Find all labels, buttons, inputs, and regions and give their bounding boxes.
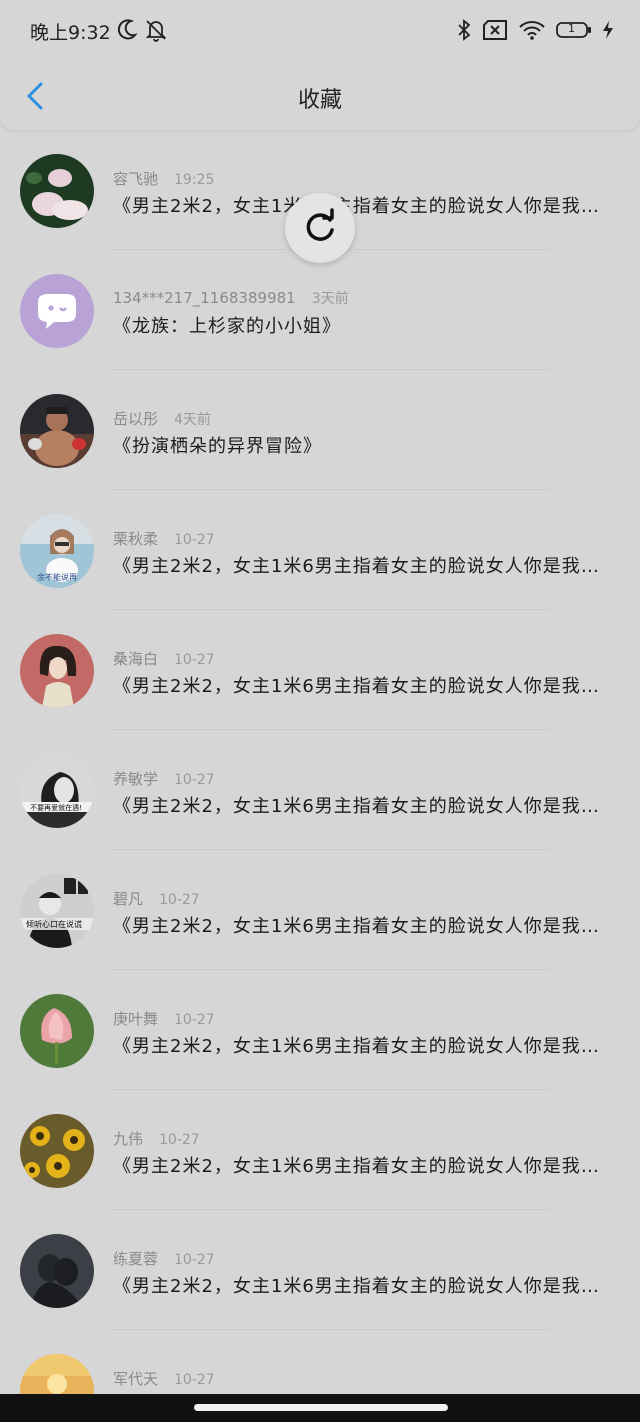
avatar-caption: 不要再爱就在遇! — [30, 803, 82, 812]
bluetooth-icon — [456, 18, 472, 46]
status-time: 晚上9:32 — [30, 22, 111, 44]
status-bar: 晚上9:32 1 — [0, 0, 640, 62]
item-title: 《男主2米2，女主1米6男主指着女主的脸说女人你是我的》 — [113, 916, 603, 937]
item-title: 《男主2米2，女主1米6男主指着女主的脸说女人你是我的》 — [113, 1156, 603, 1177]
item-title: 《男主2米2，女主1米6男主指着女主的脸说女人你是我的》 — [113, 196, 603, 217]
avatar — [20, 1234, 94, 1308]
avatar — [20, 154, 94, 228]
item-title: 《扮演栖朵的异界冒险》 — [113, 436, 322, 457]
user-name: 军代天 — [113, 1370, 159, 1388]
list-item[interactable]: 余不能说再 栗秋柔 10-27 《男主2米2，女主1米6男主指着女主的脸说女人你是… — [0, 490, 640, 610]
list-item[interactable]: 庚叶舞 10-27 《男主2米2，女主1米6男主指着女主的脸说女人你是我的》 — [0, 970, 640, 1090]
avatar — [20, 394, 94, 468]
item-time: 10-27 — [174, 1372, 215, 1388]
list-item[interactable]: 岳以彤 4天前 《扮演栖朵的异界冒险》 — [0, 370, 640, 490]
avatar-caption: 倾听心口在说谎 — [26, 919, 82, 929]
avatar-caption: 余不能说再 — [37, 572, 77, 582]
item-time: 3天前 — [311, 291, 349, 307]
list-item[interactable]: 倾听心口在说谎 碧凡 10-27 《男主2米2，女主1米6男主指着女主的脸说女人你… — [0, 850, 640, 970]
avatar: 倾听心口在说谎 — [20, 874, 94, 948]
item-title: 《男主2米2，女主1米6男主指着女主的脸说女人你是我的》 — [113, 1036, 603, 1057]
user-name: 九伟 — [113, 1130, 144, 1148]
avatar: 余不能说再 — [20, 514, 94, 588]
user-name: 练夏蓉 — [113, 1250, 159, 1268]
item-title: 《男主2米2，女主1米6男主指着女主的脸说女人你是我的》 — [113, 676, 603, 697]
list-item[interactable]: 九伟 10-27 《男主2米2，女主1米6男主指着女主的脸说女人你是我的》 — [0, 1090, 640, 1210]
battery-level: 1 — [568, 22, 575, 35]
item-time: 10-27 — [174, 772, 215, 788]
sim-x-icon — [482, 19, 508, 45]
user-name: 庚叶舞 — [113, 1010, 159, 1028]
avatar — [20, 994, 94, 1068]
system-nav-bar — [0, 1394, 640, 1422]
page-title: 收藏 — [297, 88, 342, 113]
charging-icon — [602, 20, 614, 44]
list-item[interactable]: 不要再爱就在遇! 养敏学 10-27 《男主2米2，女主1米6男主指着女主的脸说女… — [0, 730, 640, 850]
status-left-icons — [116, 18, 168, 46]
status-right-icons: 1 — [456, 18, 614, 46]
refresh-button[interactable] — [285, 193, 355, 263]
item-time: 4天前 — [174, 412, 211, 428]
battery-icon: 1 — [556, 21, 592, 43]
list-item[interactable]: 134***217_1168389981 3天前 《龙族：上杉家的小小姐》 — [0, 250, 640, 370]
item-title: 《男主2米2，女主1米6男主指着女主的脸说女人你是我的》 — [113, 1276, 603, 1297]
item-time: 10-27 — [174, 532, 215, 548]
item-title: 《男主2米2，女主1米6男主指着女主的脸说女人你是我的》 — [113, 556, 603, 577]
avatar: 不要再爱就在遇! — [20, 754, 94, 828]
user-name: 栗秋柔 — [113, 530, 159, 548]
avatar — [20, 274, 94, 348]
avatar — [20, 1114, 94, 1188]
favorites-list: 容飞驰 19:25 《男主2米2，女主1米6男主指着女主的脸说女人你是我的》 13… — [0, 130, 640, 1422]
user-name: 碧凡 — [113, 890, 144, 908]
item-time: 10-27 — [159, 892, 200, 908]
item-title: 《男主2米2，女主1米6男主指着女主的脸说女人你是我的》 — [113, 796, 603, 817]
list-item[interactable]: 练夏蓉 10-27 《男主2米2，女主1米6男主指着女主的脸说女人你是我的》 — [0, 1210, 640, 1330]
item-time: 10-27 — [174, 652, 215, 668]
item-time: 10-27 — [174, 1012, 215, 1028]
refresh-icon — [300, 206, 340, 250]
item-time: 10-27 — [174, 1252, 215, 1268]
item-time: 19:25 — [174, 172, 215, 188]
nav-header: 收藏 — [0, 62, 640, 130]
user-name: 容飞驰 — [113, 170, 159, 188]
user-name: 桑海白 — [113, 650, 159, 668]
avatar — [20, 634, 94, 708]
user-name: 134***217_1168389981 — [113, 289, 296, 307]
item-time: 10-27 — [159, 1132, 200, 1148]
moon-icon — [116, 18, 138, 46]
item-title: 《龙族：上杉家的小小姐》 — [113, 316, 341, 337]
wifi-icon — [518, 19, 546, 45]
user-name: 养敏学 — [113, 770, 159, 788]
list-item[interactable]: 桑海白 10-27 《男主2米2，女主1米6男主指着女主的脸说女人你是我的》 — [0, 610, 640, 730]
home-indicator[interactable] — [194, 1404, 448, 1411]
bell-off-icon — [144, 18, 168, 46]
user-name: 岳以彤 — [113, 410, 159, 428]
